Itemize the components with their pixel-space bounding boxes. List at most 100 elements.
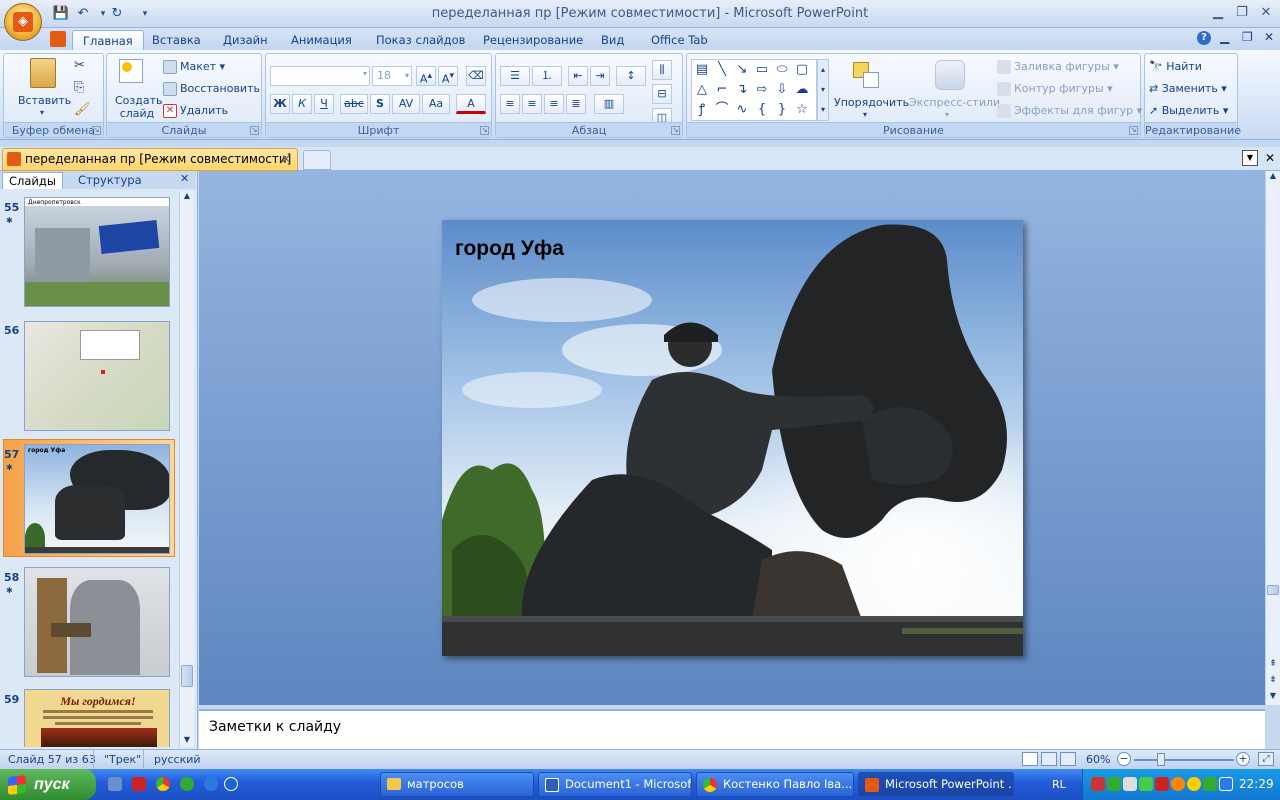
delete-slide-button[interactable]: ✕ Удалить: [163, 104, 228, 118]
scroll-up-icon[interactable]: ▲: [180, 191, 194, 203]
copy-icon[interactable]: ⎘: [74, 80, 84, 95]
slide-editing-area[interactable]: город Уфа: [199, 171, 1265, 705]
align-center-icon[interactable]: ≡: [522, 94, 542, 114]
zoom-level[interactable]: 60%: [1086, 753, 1110, 766]
tab-animation[interactable]: Анимация: [281, 30, 362, 50]
elbow-arrow-icon[interactable]: ↴: [734, 82, 750, 98]
tab-slides[interactable]: Слайды: [2, 172, 63, 189]
right-brace-shape-icon[interactable]: }: [774, 102, 790, 118]
help-icon[interactable]: ?: [1197, 31, 1211, 45]
slide-title[interactable]: город Уфа: [455, 237, 564, 261]
slide-thumbnail-59[interactable]: Мы гордимся!: [24, 689, 170, 747]
ribbon-minimize-icon[interactable]: ▁: [1220, 30, 1229, 44]
utorrent-icon[interactable]: [204, 777, 218, 791]
triangle-shape-icon[interactable]: △: [694, 82, 710, 98]
select-button[interactable]: ➚ Выделить ▾: [1149, 104, 1228, 117]
format-painter-icon[interactable]: 🖌: [74, 102, 91, 117]
decrease-indent-icon[interactable]: ⇤: [568, 66, 588, 86]
left-brace-shape-icon[interactable]: {: [754, 102, 770, 118]
network-icon[interactable]: [1219, 777, 1233, 791]
curve-shape-icon[interactable]: ∿: [734, 102, 750, 118]
scrollbar-thumb[interactable]: [1267, 585, 1279, 595]
paste-icon[interactable]: [30, 58, 56, 88]
paste-dropdown-icon[interactable]: ▾: [40, 108, 44, 117]
office-tab-icon[interactable]: [50, 31, 66, 47]
font-name-input[interactable]: ▾: [270, 66, 370, 86]
volume-icon[interactable]: [1155, 777, 1169, 791]
tray-icon-7[interactable]: [1187, 777, 1201, 791]
slides-panel-scrollbar[interactable]: ▲ ▼: [179, 191, 194, 747]
minimize-button[interactable]: ▁: [1206, 4, 1230, 22]
strikethrough-icon[interactable]: abc: [340, 94, 368, 114]
line-spacing-icon[interactable]: ↕: [616, 66, 646, 86]
shrink-font-icon[interactable]: A▾: [438, 66, 458, 86]
star-shape-icon[interactable]: ☆: [794, 102, 810, 118]
slideshow-icon[interactable]: [1060, 752, 1076, 766]
arrange-dropdown-icon[interactable]: ▾: [863, 110, 867, 119]
arrange-button[interactable]: Упорядочить: [834, 96, 909, 109]
down-arrow-shape-icon[interactable]: ⇩: [774, 82, 790, 98]
save-icon[interactable]: 💾: [52, 5, 70, 23]
font-size-input[interactable]: 18 ▾: [372, 66, 412, 86]
increase-indent-icon[interactable]: ⇥: [590, 66, 610, 86]
shapes-gallery-scroll[interactable]: ▴ ▾ ▾: [817, 59, 829, 121]
close-panel-icon[interactable]: ✕: [180, 172, 189, 185]
drawing-launcher-icon[interactable]: ↘: [1129, 126, 1138, 135]
font-color-icon[interactable]: A: [456, 94, 486, 114]
slide-scrollbar[interactable]: ▲ ⇞ ⇟ ▼: [1265, 171, 1280, 705]
office-button[interactable]: ◈: [4, 3, 42, 41]
customize-qat-icon[interactable]: ▾: [136, 5, 154, 23]
line-shape-icon[interactable]: ╲: [714, 62, 730, 78]
zoom-slider[interactable]: [1134, 759, 1234, 761]
tab-view[interactable]: Вид: [591, 30, 634, 50]
new-tab-button[interactable]: [303, 150, 331, 170]
show-desktop-icon[interactable]: [108, 777, 122, 791]
tab-outline[interactable]: Структура: [72, 172, 148, 189]
slide-thumbnail-55[interactable]: Днепропетровск: [24, 197, 170, 307]
align-left-icon[interactable]: ≡: [500, 94, 520, 114]
fit-to-window-icon[interactable]: ⤢: [1258, 752, 1274, 766]
notes-pane[interactable]: Заметки к слайду: [199, 709, 1265, 749]
new-slide-icon[interactable]: [119, 59, 143, 83]
undo-icon[interactable]: ↶: [74, 5, 92, 23]
right-arrow-shape-icon[interactable]: ⇨: [754, 82, 770, 98]
language[interactable]: русский: [154, 753, 201, 766]
paste-button[interactable]: Вставить: [18, 94, 71, 107]
scroll-down-icon[interactable]: ▼: [1266, 691, 1280, 703]
close-button[interactable]: ✕: [1254, 4, 1278, 22]
zoom-out-icon[interactable]: −: [1117, 752, 1131, 766]
align-text-icon[interactable]: ⊟: [652, 84, 672, 104]
rectangle-shape-icon[interactable]: ▭: [754, 62, 770, 78]
torrent-icon[interactable]: [180, 777, 194, 791]
arc-shape-icon[interactable]: ⌒: [714, 102, 730, 118]
underline-icon[interactable]: Ч: [314, 94, 334, 114]
freeform-shape-icon[interactable]: ꝭ: [694, 102, 710, 118]
next-slide-icon[interactable]: ⇟: [1266, 675, 1280, 687]
numbering-icon[interactable]: ⒈: [532, 66, 562, 86]
restore-button[interactable]: ❐: [1230, 4, 1254, 22]
task-folder[interactable]: матросов: [380, 772, 534, 797]
bold-icon[interactable]: Ж: [270, 94, 290, 114]
clock[interactable]: 22:29: [1239, 777, 1274, 791]
cut-icon[interactable]: ✂: [74, 58, 85, 73]
elbow-connector-icon[interactable]: ⌐: [714, 82, 730, 98]
current-slide[interactable]: город Уфа: [442, 220, 1023, 656]
chrome-icon[interactable]: [156, 777, 170, 791]
quicklaunch-icon[interactable]: [132, 777, 146, 791]
shadow-icon[interactable]: S: [370, 94, 390, 114]
task-powerpoint[interactable]: Microsoft PowerPoint ...: [858, 772, 1014, 797]
slide-thumbnail-58[interactable]: [24, 567, 170, 677]
close-all-tabs-icon[interactable]: ✕: [1262, 150, 1278, 166]
change-case-icon[interactable]: Aa: [422, 94, 450, 114]
slide-thumbnail-57[interactable]: город Уфа: [24, 444, 170, 554]
tray-icon-6[interactable]: [1171, 777, 1185, 791]
arrow-shape-icon[interactable]: ↘: [734, 62, 750, 78]
slide-thumbnail-56[interactable]: [24, 321, 170, 431]
textbox-shape-icon[interactable]: ▤: [694, 62, 710, 78]
tray-icon-3[interactable]: [1123, 777, 1137, 791]
align-right-icon[interactable]: ≡: [544, 94, 564, 114]
scroll-down-icon[interactable]: ▼: [180, 735, 194, 747]
tray-icon-2[interactable]: [1107, 777, 1121, 791]
tray-icon-8[interactable]: [1203, 777, 1217, 791]
shapes-gallery[interactable]: ▤ ╲ ↘ ▭ ⬭ ▢ △ ⌐ ↴ ⇨ ⇩ ☁ ꝭ ⌒ ∿ { } ☆: [691, 59, 817, 121]
